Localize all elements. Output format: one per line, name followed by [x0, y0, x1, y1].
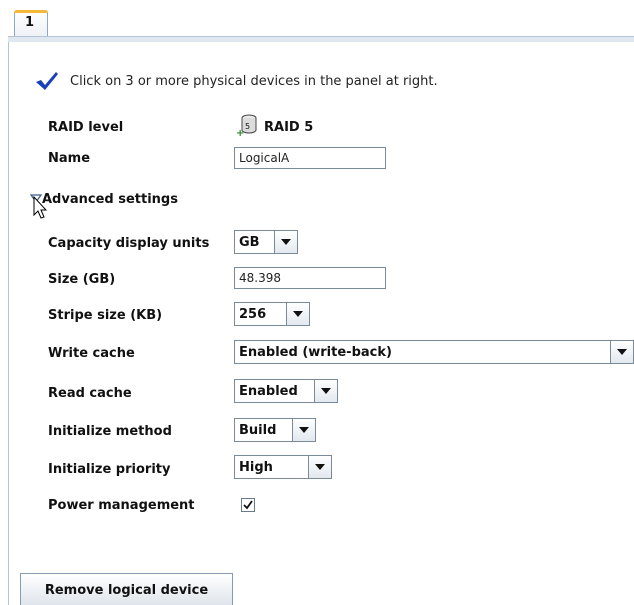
tab-label: 1 [25, 15, 35, 30]
init-priority-select[interactable]: High [234, 455, 332, 479]
panel-top-strip [8, 36, 634, 42]
capacity-units-dropdown-button[interactable] [274, 231, 297, 253]
mouse-cursor-icon [33, 196, 48, 219]
write-cache-label: Write cache [48, 346, 135, 361]
advanced-settings-toggle[interactable]: Advanced settings [42, 192, 178, 207]
remove-logical-device-button[interactable]: Remove logical device [20, 573, 233, 605]
stripe-size-select[interactable]: 256 [234, 302, 310, 326]
read-cache-select[interactable]: Enabled [234, 379, 338, 403]
capacity-units-select[interactable]: GB [234, 230, 298, 254]
checkbox-check-icon [243, 500, 253, 510]
chevron-down-icon [293, 311, 303, 317]
capacity-units-value: GB [239, 235, 260, 250]
stripe-size-value: 256 [239, 307, 267, 322]
chevron-down-icon [281, 239, 291, 245]
power-mgmt-label: Power management [48, 498, 195, 513]
name-input[interactable]: LogicalA [234, 147, 386, 169]
chevron-down-icon [315, 464, 325, 470]
size-input[interactable]: 48.398 [234, 267, 386, 289]
power-mgmt-checkbox[interactable] [241, 498, 255, 512]
read-cache-dropdown-button[interactable] [314, 380, 337, 402]
init-method-label: Initialize method [48, 424, 172, 439]
write-cache-dropdown-button[interactable] [610, 341, 633, 363]
info-text: Click on 3 or more physical devices in t… [70, 73, 438, 89]
raid5-disk-icon: 5 + [236, 114, 257, 138]
tab-1[interactable]: 1 [14, 10, 48, 36]
raid-level-label: RAID level [48, 120, 124, 135]
init-method-dropdown-button[interactable] [292, 419, 315, 441]
svg-text:5: 5 [245, 122, 250, 131]
info-message: Click on 3 or more physical devices in t… [34, 70, 438, 92]
init-priority-dropdown-button[interactable] [308, 456, 331, 478]
capacity-units-label: Capacity display units [48, 236, 210, 251]
init-method-select[interactable]: Build [234, 418, 316, 442]
svg-text:+: + [236, 128, 244, 138]
tab-highlight [14, 10, 48, 13]
init-priority-label: Initialize priority [48, 462, 171, 477]
chevron-down-icon [617, 349, 627, 355]
write-cache-value: Enabled (write-back) [239, 345, 392, 360]
checkmark-icon [36, 72, 58, 90]
init-priority-value: High [239, 460, 273, 475]
chevron-down-icon [321, 388, 331, 394]
write-cache-select[interactable]: Enabled (write-back) [234, 340, 634, 364]
chevron-down-icon [299, 427, 309, 433]
read-cache-label: Read cache [48, 386, 132, 401]
size-label: Size (GB) [48, 272, 116, 287]
stripe-size-dropdown-button[interactable] [286, 303, 309, 325]
raid-level-value: RAID 5 [264, 120, 314, 135]
name-label: Name [48, 151, 91, 166]
read-cache-value: Enabled [239, 384, 298, 399]
init-method-value: Build [239, 423, 277, 438]
stripe-size-label: Stripe size (KB) [48, 308, 163, 323]
